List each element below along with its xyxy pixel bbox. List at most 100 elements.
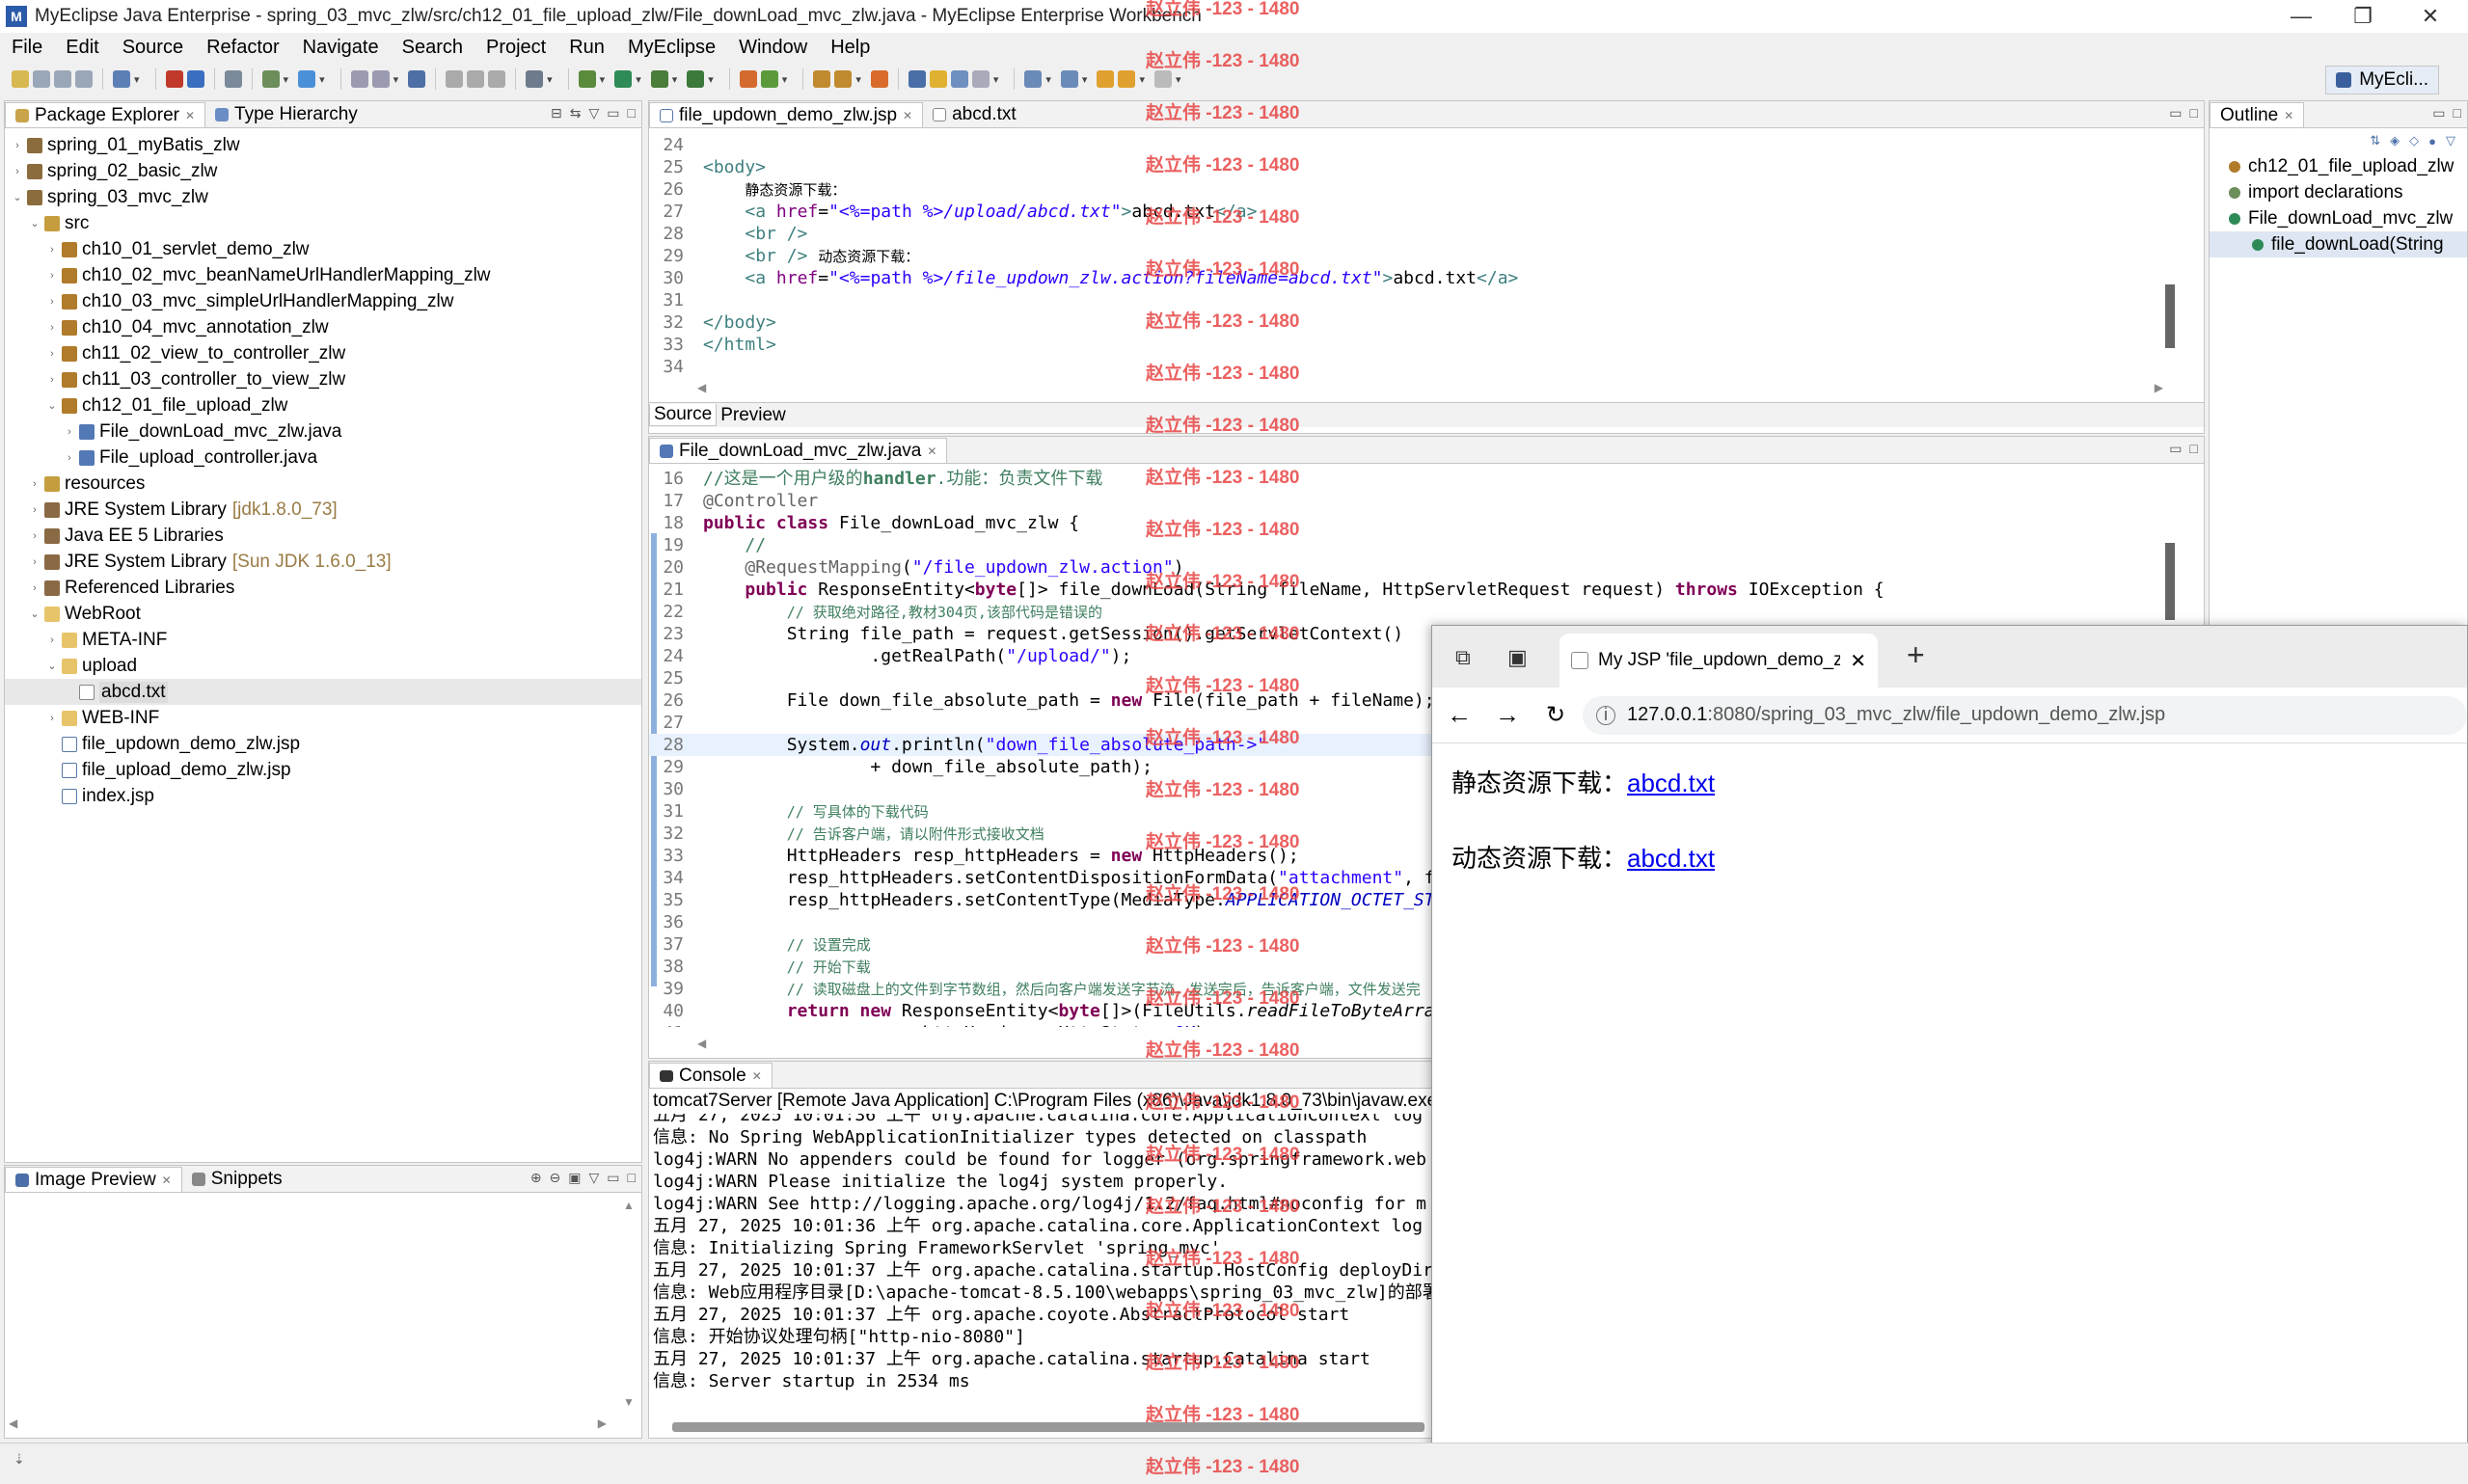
menu-search[interactable]: Search (391, 37, 475, 59)
workspaces-icon[interactable]: ⧉ (1455, 645, 1471, 670)
tab-file-updown-jsp[interactable]: file_updown_demo_zlw.jsp ✕ (649, 102, 924, 127)
vertical-scrollbar[interactable]: ▲ ▼ (620, 1199, 637, 1411)
expand-toggle-icon[interactable]: › (28, 530, 41, 542)
close-tab-icon[interactable]: ✕ (903, 109, 912, 122)
expand-toggle-icon[interactable]: › (45, 270, 59, 282)
code-line[interactable]: 34 (649, 356, 2204, 373)
dynamic-download-link[interactable]: abcd.txt (1627, 844, 1715, 873)
outline-item[interactable]: file_downLoad(String (2210, 231, 2467, 257)
toolbar-button-icon-22[interactable] (760, 70, 778, 88)
maximize-view-icon[interactable]: □ (2190, 105, 2198, 121)
expand-toggle-icon[interactable]: ⌄ (45, 399, 59, 412)
link-editor-icon[interactable]: ⇆ (570, 105, 582, 121)
toolbar-button-icon-17[interactable] (578, 70, 596, 88)
maximize-view-icon[interactable]: □ (628, 1170, 636, 1186)
vertical-scroll-thumb[interactable] (2165, 284, 2175, 348)
tree-item[interactable]: file_updown_demo_zlw.jsp (5, 731, 641, 757)
expand-toggle-icon[interactable]: › (28, 582, 41, 594)
hide-nonpublic-icon[interactable]: ● (2428, 134, 2436, 148)
tab-image-preview[interactable]: Image Preview ✕ (5, 1167, 182, 1192)
horizontal-scrollbar[interactable]: ◀ (697, 1037, 1469, 1050)
tab-file-download-java[interactable]: File_downLoad_mvc_zlw.java ✕ (649, 438, 948, 463)
zoom-out-icon[interactable]: ⊖ (550, 1170, 561, 1186)
close-tab-icon[interactable]: ✕ (752, 1069, 762, 1083)
expand-toggle-icon[interactable]: › (28, 556, 41, 568)
maximize-view-icon[interactable]: □ (2190, 441, 2198, 457)
tab-source[interactable]: Source (649, 404, 718, 426)
code-line[interactable]: 31 (649, 289, 2204, 311)
code-line[interactable]: 33 </html> (649, 334, 2204, 356)
tree-item[interactable]: ⌄ upload (5, 653, 641, 679)
tree-item[interactable]: › resources (5, 471, 641, 497)
hide-static-icon[interactable]: ◇ (2409, 133, 2419, 148)
minimize-view-icon[interactable]: ▭ (2169, 105, 2182, 121)
toolbar-dropdown-icon[interactable]: ▾ (708, 73, 714, 86)
toolbar-button-icon-18[interactable] (614, 70, 633, 88)
toolbar-button-icon-30[interactable] (1024, 70, 1043, 88)
toolbar-dropdown-icon[interactable]: ▾ (547, 73, 553, 86)
tree-item[interactable]: abcd.txt (5, 679, 641, 705)
expand-toggle-icon[interactable]: ⌄ (45, 660, 59, 672)
forward-icon[interactable]: → (1492, 700, 1523, 730)
toolbar-dropdown-icon[interactable]: ▾ (672, 73, 678, 86)
toolbar-button-icon-32[interactable] (1097, 70, 1115, 88)
toolbar-button-icon-2[interactable] (54, 70, 71, 88)
tree-item[interactable]: › File_downLoad_mvc_zlw.java (5, 418, 641, 445)
toolbar-dropdown-icon[interactable]: ▾ (393, 73, 399, 86)
toolbar-dropdown-icon[interactable]: ▾ (600, 73, 606, 86)
toolbar-button-icon-0[interactable] (12, 70, 29, 88)
toolbar-button-icon-27[interactable] (929, 70, 947, 88)
toolbar-button-icon-11[interactable] (371, 70, 390, 88)
tab-preview[interactable]: Preview (717, 405, 790, 426)
toolbar-button-icon-16[interactable] (526, 70, 544, 88)
toolbar-button-icon-19[interactable] (650, 70, 668, 88)
outline-item[interactable]: File_downLoad_mvc_zlw (2210, 205, 2467, 231)
tab-console[interactable]: Console ✕ (649, 1063, 773, 1088)
horizontal-scroll-thumb[interactable] (672, 1422, 1424, 1432)
tree-item[interactable]: › Java EE 5 Libraries (5, 523, 641, 549)
tree-item[interactable]: › WEB-INF (5, 705, 641, 731)
tab-outline[interactable]: Outline ✕ (2210, 102, 2305, 127)
code-line[interactable]: 18 public class File_downLoad_mvc_zlw { (649, 512, 2204, 534)
expand-toggle-icon[interactable]: ⌄ (11, 191, 24, 203)
toolbar-dropdown-icon[interactable]: ▾ (782, 73, 788, 86)
expand-toggle-icon[interactable]: › (63, 452, 76, 464)
code-line[interactable]: 25 <body> (649, 156, 2204, 178)
minimize-view-icon[interactable]: ▭ (2432, 105, 2445, 121)
view-menu-icon[interactable]: ▽ (589, 1170, 600, 1186)
tree-item[interactable]: ⌄ WebRoot (5, 601, 641, 627)
minimize-view-icon[interactable]: ▭ (2169, 441, 2182, 457)
browser-tab[interactable]: My JSP 'file_updown_demo_zlw.js ✕ (1559, 634, 1878, 688)
tree-item[interactable]: › ch10_03_mvc_simpleUrlHandlerMapping_zlw (5, 288, 641, 314)
tab-snippets[interactable]: Snippets (182, 1167, 292, 1192)
back-icon[interactable]: ← (1444, 700, 1475, 730)
code-line[interactable]: 17 @Controller (649, 490, 2204, 512)
expand-toggle-icon[interactable]: › (45, 348, 59, 360)
horizontal-scrollbar[interactable]: ◀ ▶ (9, 1417, 607, 1432)
maximize-button[interactable]: ❐ (2334, 0, 2392, 33)
view-menu-icon[interactable]: ▽ (2446, 133, 2455, 148)
minimize-button[interactable]: — (2272, 0, 2330, 33)
toolbar-button-icon-15[interactable] (488, 70, 506, 88)
menu-refactor[interactable]: Refactor (195, 37, 291, 59)
menu-project[interactable]: Project (475, 37, 557, 59)
toolbar-dropdown-icon[interactable]: ▾ (1045, 73, 1051, 86)
minimize-view-icon[interactable]: ▭ (607, 1170, 619, 1186)
vertical-tabs-icon[interactable]: ▣ (1507, 645, 1528, 670)
toolbar-button-icon-13[interactable] (446, 70, 464, 88)
expand-toggle-icon[interactable]: › (45, 374, 59, 386)
code-line[interactable]: 19 // (649, 534, 2204, 556)
expand-toggle-icon[interactable]: › (45, 322, 59, 334)
menu-window[interactable]: Window (727, 37, 819, 59)
menu-run[interactable]: Run (557, 37, 616, 59)
address-bar[interactable]: i 127.0.0.1:8080/spring_03_mvc_zlw/file_… (1583, 695, 2467, 735)
toolbar-button-icon-10[interactable] (350, 70, 368, 88)
close-window-button[interactable]: ✕ (2401, 0, 2459, 33)
tree-item[interactable]: › META-INF (5, 627, 641, 653)
code-line[interactable]: 29 <br /> 动态资源下载： (649, 245, 2204, 267)
tab-type-hierarchy[interactable]: Type Hierarchy (205, 102, 367, 127)
toolbar-button-icon-4[interactable] (113, 70, 130, 88)
expand-toggle-icon[interactable]: › (11, 140, 24, 151)
tree-item[interactable]: file_upload_demo_zlw.jsp (5, 757, 641, 783)
toolbar-button-icon-6[interactable] (186, 70, 204, 88)
